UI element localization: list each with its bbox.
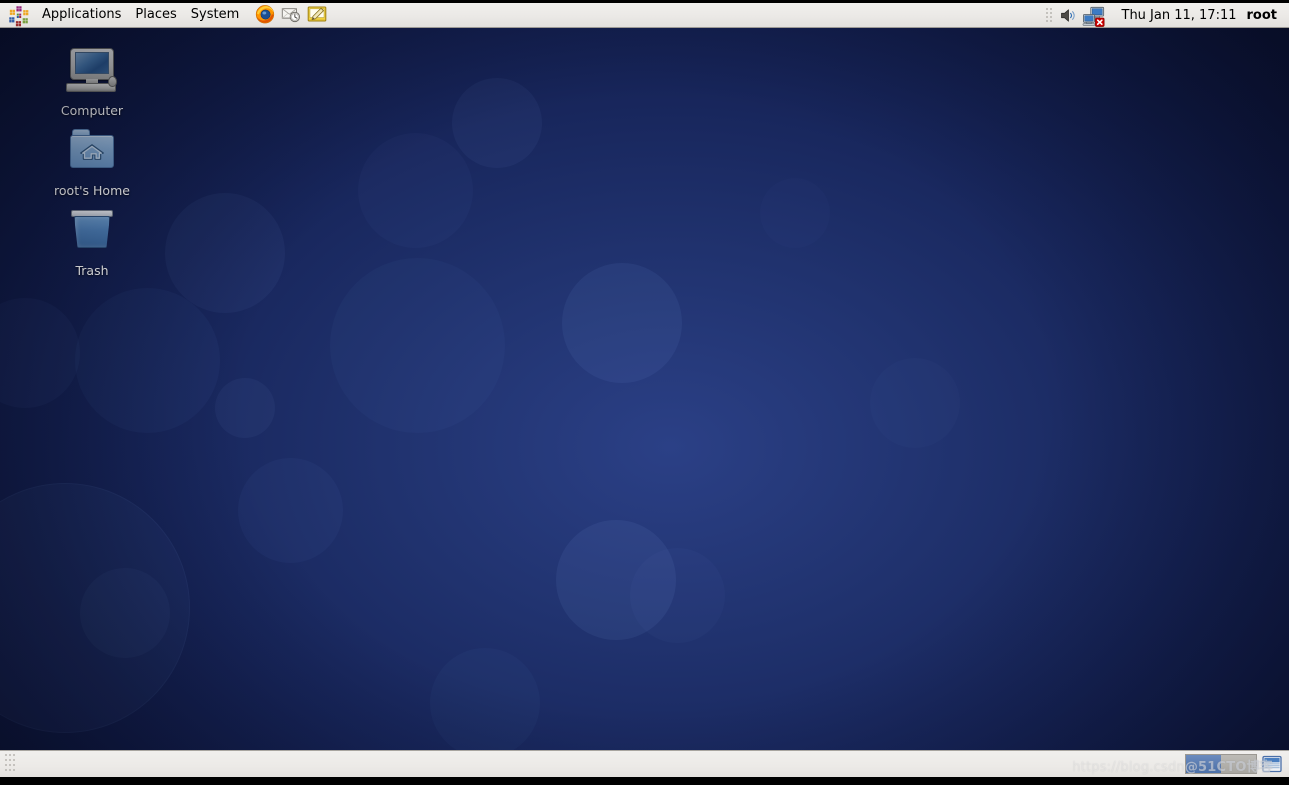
workspace-switcher[interactable]: [1185, 754, 1257, 774]
panel-drag-handle[interactable]: [5, 754, 15, 774]
clock[interactable]: Thu Jan 11, 17:11: [1122, 8, 1237, 23]
wallpaper-bokeh: [562, 263, 682, 383]
wallpaper-bokeh: [80, 568, 170, 658]
desktop-icon-label: Trash: [75, 263, 109, 278]
pencil-notepad-glyph: [307, 6, 327, 22]
centos-logo[interactable]: [8, 5, 34, 27]
wallpaper-bokeh: [556, 520, 676, 640]
desktop-background[interactable]: Computer root's Home Trash: [0, 28, 1289, 750]
computer-icon: [64, 46, 120, 98]
wallpaper-bokeh: [330, 258, 505, 433]
text-editor-icon[interactable]: [306, 3, 330, 27]
firefox-icon[interactable]: [254, 3, 278, 27]
wallpaper-bokeh: [0, 298, 80, 408]
mail-clock-glyph: [282, 8, 301, 23]
house-glyph: [80, 144, 104, 160]
menu-places[interactable]: Places: [128, 4, 183, 27]
menu-system[interactable]: System: [184, 4, 246, 27]
wallpaper-bokeh: [215, 378, 275, 438]
tray-separator: [1045, 7, 1054, 24]
bottom-panel: [0, 750, 1289, 777]
show-desktop-button[interactable]: [1261, 753, 1283, 775]
wallpaper-bokeh: [430, 648, 540, 750]
wallpaper-bokeh: [452, 78, 542, 168]
wallpaper-bokeh: [630, 548, 725, 643]
desktop-icon-computer[interactable]: Computer: [37, 46, 147, 118]
wallpaper-bokeh: [75, 288, 220, 433]
desktop-icon-label: Computer: [60, 103, 124, 118]
volume-icon[interactable]: [1058, 5, 1082, 27]
show-desktop-icon: [1262, 755, 1282, 773]
wallpaper-bokeh: [0, 483, 190, 733]
desktop-icon-label: root's Home: [54, 183, 130, 198]
wallpaper-bokeh: [358, 133, 473, 248]
home-folder-icon: [64, 126, 120, 178]
network-glyph: [1082, 6, 1104, 27]
user-menu[interactable]: root: [1247, 8, 1278, 23]
top-panel: Applications Places System Thu Jan 11, 1…: [0, 0, 1289, 28]
workspace-1[interactable]: [1186, 755, 1221, 773]
desktop-icon-trash[interactable]: Trash: [37, 206, 147, 278]
evolution-mail-icon[interactable]: [280, 3, 304, 27]
network-disconnected-icon[interactable]: [1082, 5, 1108, 27]
menu-applications[interactable]: Applications: [35, 4, 128, 27]
centos-logo-icon: [9, 5, 29, 26]
volume-glyph: [1060, 8, 1075, 22]
desktop-screen: Computer root's Home Trash Applications …: [0, 0, 1289, 785]
wallpaper-bokeh: [165, 193, 285, 313]
wallpaper-bokeh: [238, 458, 343, 563]
firefox-glyph: [256, 5, 275, 24]
window-list[interactable]: [15, 751, 1185, 777]
desktop-icon-home[interactable]: root's Home: [37, 126, 147, 198]
workspace-2[interactable]: [1221, 755, 1256, 773]
trash-icon: [64, 206, 120, 258]
wallpaper-bokeh: [760, 178, 830, 248]
wallpaper-bokeh: [870, 358, 960, 448]
